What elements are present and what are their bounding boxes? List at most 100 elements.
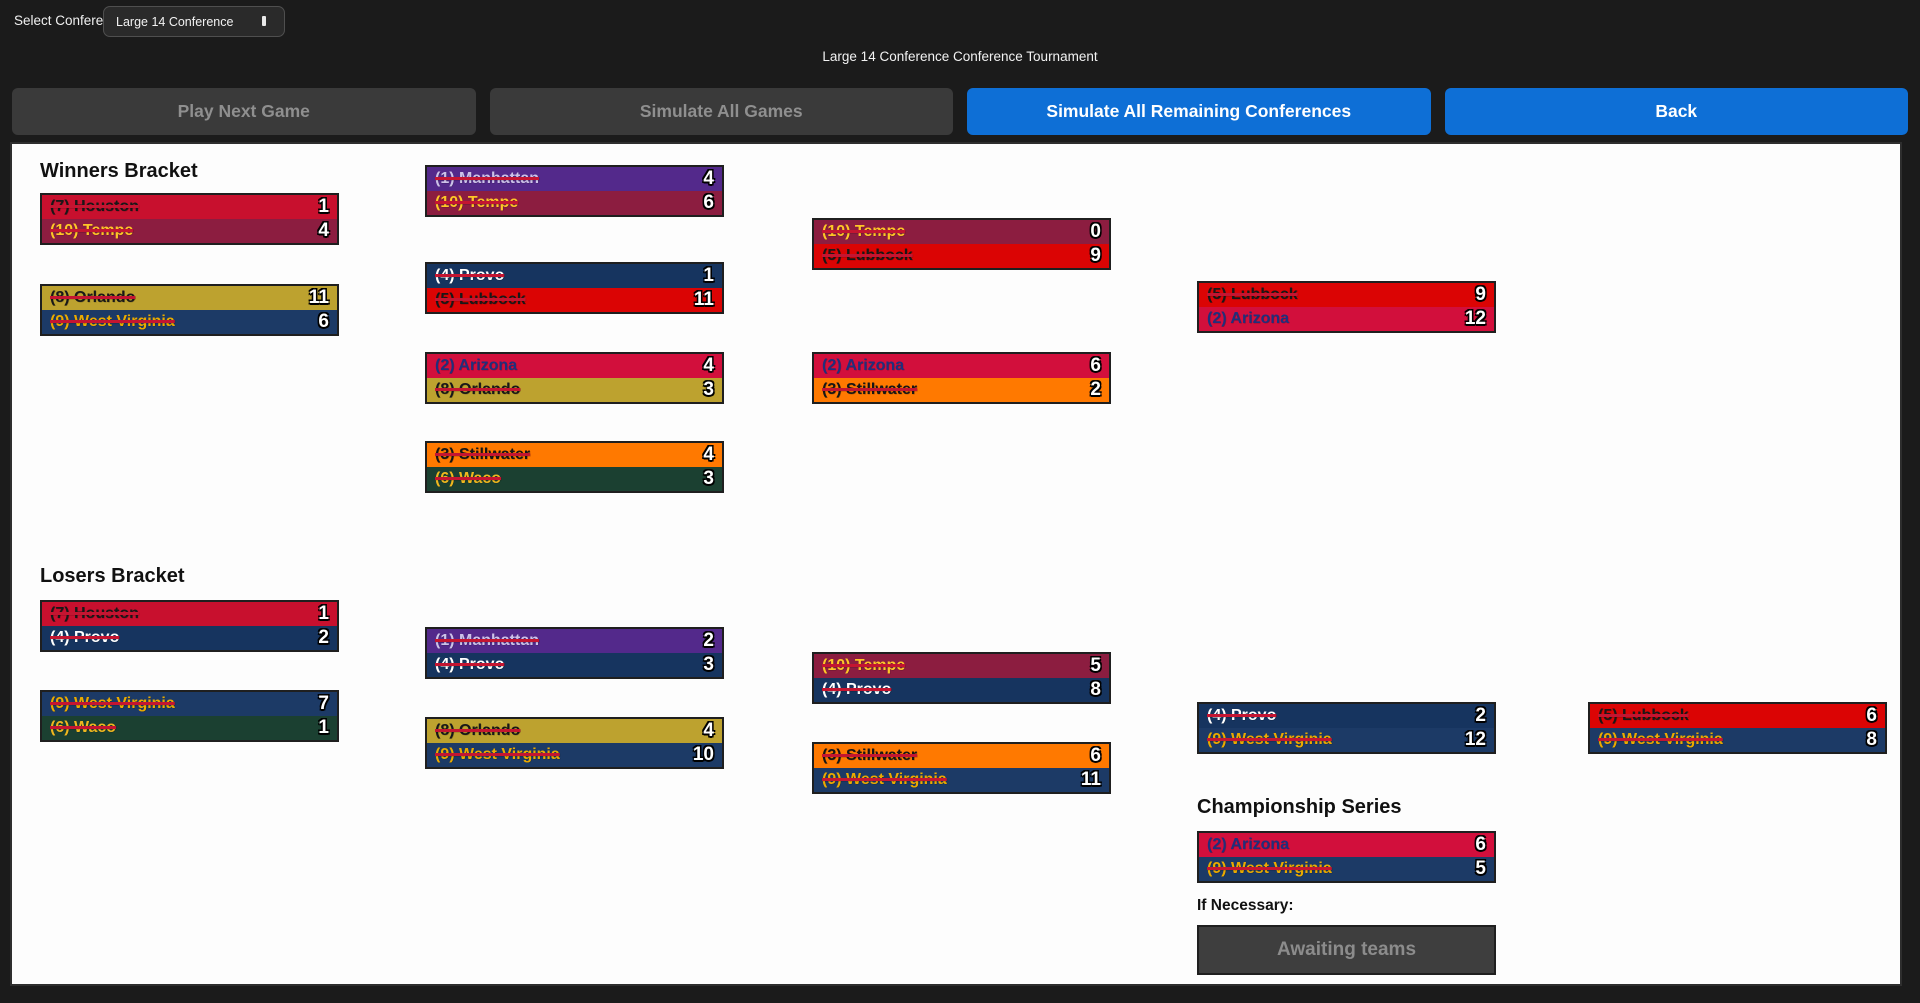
team-row: (2) Arizona6 [1199, 833, 1494, 857]
team-row: (4) Provo 2 [42, 626, 337, 650]
matchup-l4: (8) Orlando 4(9) West Virginia10 [425, 717, 724, 769]
team-label: (8) Orlando [435, 722, 520, 740]
team-score: 3 [703, 654, 714, 676]
matchup-l8: (5) Lubbock6(9) West Virginia8 [1588, 702, 1887, 754]
team-score: 6 [318, 311, 329, 333]
team-label: (8) Orlando [50, 289, 135, 307]
matchup-w5: (2) Arizona4(8) Orlando3 [425, 352, 724, 404]
matchup-w9: (5) Lubbock9(2) Arizona12 [1197, 281, 1496, 333]
matchup-w4: (4) Provo1(5) Lubbock11 [425, 262, 724, 314]
team-label: (10) Tempe [822, 657, 905, 675]
team-label: (4) Provo [435, 656, 504, 674]
team-score: 2 [703, 630, 714, 652]
team-label: (4) Provo [822, 681, 891, 699]
team-row: (9) West Virginia 6 [42, 310, 337, 334]
team-row: (5) Lubbock9 [1199, 283, 1494, 307]
team-score: 12 [1465, 729, 1486, 751]
team-row: (4) Provo 2 [1199, 704, 1494, 728]
toolbar: Play Next Game Simulate All Games Simula… [12, 88, 1908, 135]
team-label: (2) Arizona [435, 357, 517, 375]
team-score: 5 [1475, 858, 1486, 880]
team-label: (3) Stillwater [822, 747, 917, 765]
team-label: (5) Lubbock [435, 291, 526, 309]
team-label: (9) West Virginia [1207, 860, 1332, 878]
team-row: (9) West Virginia 12 [1199, 728, 1494, 752]
team-row: (8) Orlando 3 [427, 378, 722, 402]
team-label: (9) West Virginia [1598, 731, 1723, 749]
team-row: (3) Stillwater2 [814, 378, 1109, 402]
team-score: 9 [1090, 245, 1101, 267]
team-label: (6) Waco [435, 470, 501, 488]
team-score: 4 [703, 720, 714, 742]
team-row: (9) West Virginia10 [427, 743, 722, 767]
team-row: (3) Stillwater4 [427, 443, 722, 467]
team-row: (9) West Virginia 5 [1199, 857, 1494, 881]
team-row: (5) Lubbock11 [427, 288, 722, 312]
team-score: 7 [318, 693, 329, 715]
team-row: (9) West Virginia 7 [42, 692, 337, 716]
team-score: 6 [703, 192, 714, 214]
matchup-l6: (3) Stillwater6(9) West Virginia11 [812, 742, 1111, 794]
back-button[interactable]: Back [1445, 88, 1909, 135]
team-row: (10) Tempe 5 [814, 654, 1109, 678]
team-label: (9) West Virginia [1207, 731, 1332, 749]
losers-bracket-heading: Losers Bracket [40, 565, 185, 588]
team-label: (3) Stillwater [822, 381, 917, 399]
matchup-w3: (1) Manhattan4(10) Tempe6 [425, 165, 724, 217]
team-label: (9) West Virginia [822, 771, 947, 789]
team-row: (1) Manhattan2 [427, 629, 722, 653]
team-score: 1 [703, 265, 714, 287]
matchup-w2: (8) Orlando11 (9) West Virginia 6 [40, 284, 339, 336]
team-score: 1 [318, 196, 329, 218]
team-label: (5) Lubbock [1598, 707, 1689, 725]
team-label: (9) West Virginia [435, 746, 560, 764]
winners-bracket-heading: Winners Bracket [40, 160, 198, 183]
team-row: (8) Orlando11 [42, 286, 337, 310]
team-score: 8 [1866, 729, 1877, 751]
team-score: 2 [318, 627, 329, 649]
team-label: (2) Arizona [1207, 310, 1289, 328]
team-score: 3 [703, 468, 714, 490]
team-row: (3) Stillwater6 [814, 744, 1109, 768]
team-score: 6 [1090, 355, 1101, 377]
team-label: (7) Houston [50, 605, 139, 623]
team-label: (5) Lubbock [1207, 286, 1298, 304]
team-row: (2) Arizona12 [1199, 307, 1494, 331]
matchup-w6: (3) Stillwater4 (6) Waco 3 [425, 441, 724, 493]
team-row: (9) West Virginia 8 [1590, 728, 1885, 752]
team-score: 0 [1090, 221, 1101, 243]
team-label: (8) Orlando [435, 381, 520, 399]
page-title: Large 14 Conference Conference Tournamen… [0, 44, 1920, 70]
team-label: (1) Manhattan [435, 170, 539, 188]
matchup-w7: (10) Tempe 0 (5) Lubbock 9 [812, 218, 1111, 270]
conference-dropdown[interactable]: Large 14 Conference [103, 6, 285, 37]
team-label: (4) Provo [50, 629, 119, 647]
simulate-all-games-button[interactable]: Simulate All Games [490, 88, 954, 135]
play-next-game-button[interactable]: Play Next Game [12, 88, 476, 135]
team-row: (1) Manhattan 4 [427, 167, 722, 191]
team-label: (4) Provo [1207, 707, 1276, 725]
team-row: (4) Provo 3 [427, 653, 722, 677]
dropdown-caret-icon [262, 16, 266, 26]
matchup-w8: (2) Arizona6(3) Stillwater2 [812, 352, 1111, 404]
team-label: (5) Lubbock [822, 247, 913, 265]
team-row: (8) Orlando 4 [427, 719, 722, 743]
team-score: 1 [318, 603, 329, 625]
matchup-ch1: (2) Arizona6 (9) West Virginia 5 [1197, 831, 1496, 883]
team-score: 3 [703, 379, 714, 401]
team-score: 8 [1090, 679, 1101, 701]
team-label: (2) Arizona [1207, 836, 1289, 854]
team-score: 4 [703, 444, 714, 466]
team-row: (10) Tempe4 [42, 219, 337, 243]
team-score: 1 [318, 717, 329, 739]
team-label: (10) Tempe [822, 223, 905, 241]
team-score: 2 [1475, 705, 1486, 727]
team-label: (9) West Virginia [50, 313, 175, 331]
team-row: (10) Tempe 0 [814, 220, 1109, 244]
matchup-l2: (9) West Virginia7(6) Waco1 [40, 690, 339, 742]
team-label: (9) West Virginia [50, 695, 175, 713]
top-bar: Select Conference: Large 14 Conference [0, 0, 1920, 44]
team-score: 4 [703, 168, 714, 190]
team-score: 5 [1090, 655, 1101, 677]
simulate-all-remaining-conferences-button[interactable]: Simulate All Remaining Conferences [967, 88, 1431, 135]
